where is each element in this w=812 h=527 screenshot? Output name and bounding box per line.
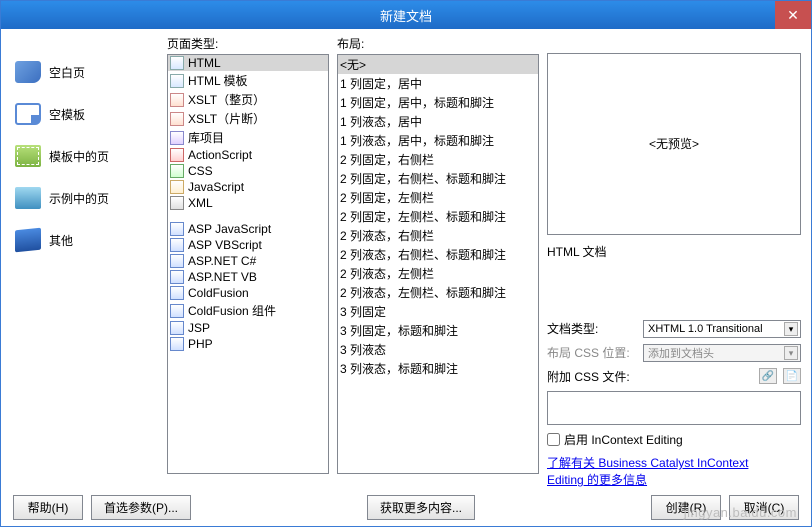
no-preview-text: <无预览> (649, 135, 699, 152)
layoutcss-select: 添加到文档头 ▾ (643, 344, 801, 362)
list-item[interactable]: 1 列固定，居中 (338, 74, 538, 93)
learn-more-link[interactable]: 了解有关 Business Catalyst InContext (547, 456, 748, 470)
description-text: HTML 文档 (547, 243, 801, 260)
list-item[interactable]: 2 列固定，右侧栏、标题和脚注 (338, 169, 538, 188)
attachcss-label: 附加 CSS 文件: (547, 368, 637, 385)
chevron-down-icon: ▾ (784, 346, 798, 360)
list-item[interactable]: ColdFusion 组件 (168, 301, 328, 320)
file-icon (170, 238, 184, 252)
preferences-button[interactable]: 首选参数(P)... (91, 495, 191, 520)
help-button[interactable]: 帮助(H) (13, 495, 83, 520)
list-item[interactable]: JavaScript (168, 179, 328, 195)
browse-css-button[interactable]: 📄 (783, 368, 801, 384)
list-item[interactable]: ColdFusion (168, 285, 328, 301)
incontext-checkbox[interactable] (547, 433, 560, 446)
preview-box: <无预览> (547, 53, 801, 235)
list-item[interactable]: PHP (168, 336, 328, 352)
link-css-button[interactable]: 🔗 (759, 368, 777, 384)
file-icon (170, 56, 184, 70)
nav-page-from-template[interactable]: 模板中的页 (11, 139, 159, 181)
other-icon (15, 228, 41, 253)
layouts-list[interactable]: <无> 1 列固定，居中 1 列固定，居中，标题和脚注 1 列液态，居中 1 列… (337, 54, 539, 474)
doctype-select[interactable]: XHTML 1.0 Transitional ▾ (643, 320, 801, 338)
file-icon (170, 254, 184, 268)
file-icon (170, 131, 184, 145)
blank-page-icon (15, 61, 41, 83)
list-item[interactable]: 库项目 (168, 128, 328, 147)
list-item[interactable]: HTML (168, 55, 328, 71)
list-item[interactable]: ActionScript (168, 147, 328, 163)
file-icon (170, 286, 184, 300)
list-item[interactable]: 3 列液态，标题和脚注 (338, 359, 538, 378)
attached-css-list[interactable] (547, 391, 801, 425)
nav-label: 示例中的页 (49, 190, 109, 207)
title-bar: 新建文档 ✕ (1, 1, 811, 29)
list-item[interactable]: JSP (168, 320, 328, 336)
list-item[interactable]: 2 列液态，右侧栏、标题和脚注 (338, 245, 538, 264)
nav-label: 空白页 (49, 64, 85, 81)
category-nav: 空白页 空模板 模板中的页 示例中的页 其他 (11, 35, 159, 488)
list-item[interactable]: 3 列固定 (338, 302, 538, 321)
file-icon (170, 321, 184, 335)
list-item[interactable]: 2 列液态，左侧栏、标题和脚注 (338, 283, 538, 302)
list-item[interactable]: 2 列固定，右侧栏 (338, 150, 538, 169)
nav-blank-page[interactable]: 空白页 (11, 55, 159, 97)
incontext-label: 启用 InContext Editing (564, 431, 683, 448)
learn-more-link[interactable]: Editing 的更多信息 (547, 473, 647, 487)
window-title: 新建文档 (380, 6, 432, 25)
pagetypes-header: 页面类型: (167, 35, 329, 52)
list-item[interactable]: ASP.NET C# (168, 253, 328, 269)
nav-other[interactable]: 其他 (11, 223, 159, 265)
list-item[interactable]: HTML 模板 (168, 71, 328, 90)
file-icon (170, 337, 184, 351)
list-item[interactable]: ASP VBScript (168, 237, 328, 253)
file-icon (170, 180, 184, 194)
list-item[interactable]: XML (168, 195, 328, 211)
nav-page-from-sample[interactable]: 示例中的页 (11, 181, 159, 223)
close-button[interactable]: ✕ (775, 1, 811, 29)
file-icon (170, 93, 184, 107)
layouts-header: 布局: (337, 35, 539, 52)
list-item[interactable]: ASP JavaScript (168, 221, 328, 237)
list-item[interactable]: XSLT（片断） (168, 109, 328, 128)
list-item[interactable]: 1 列液态，居中，标题和脚注 (338, 131, 538, 150)
file-icon (170, 164, 184, 178)
blank-template-icon (15, 103, 41, 125)
template-page-icon (15, 145, 41, 167)
list-item[interactable]: 1 列液态，居中 (338, 112, 538, 131)
file-icon (170, 196, 184, 210)
nav-label: 其他 (49, 232, 73, 249)
list-item[interactable]: 3 列液态 (338, 340, 538, 359)
footer-bar: 帮助(H) 首选参数(P)... 获取更多内容... 创建(R) 取消(C) (1, 488, 811, 526)
list-item[interactable]: 2 列液态，左侧栏 (338, 264, 538, 283)
file-icon (170, 222, 184, 236)
nav-label: 模板中的页 (49, 148, 109, 165)
nav-label: 空模板 (49, 106, 85, 123)
file-icon (170, 270, 184, 284)
layoutcss-label: 布局 CSS 位置: (547, 344, 637, 361)
file-icon (170, 148, 184, 162)
list-item[interactable]: 2 列固定，左侧栏 (338, 188, 538, 207)
file-icon (170, 304, 184, 318)
doctype-label: 文档类型: (547, 320, 637, 337)
cancel-button[interactable]: 取消(C) (729, 495, 799, 520)
list-item[interactable]: CSS (168, 163, 328, 179)
nav-blank-template[interactable]: 空模板 (11, 97, 159, 139)
sample-page-icon (15, 187, 41, 209)
list-item[interactable]: 1 列固定，居中，标题和脚注 (338, 93, 538, 112)
file-icon (170, 74, 184, 88)
list-item[interactable]: 2 列固定，左侧栏、标题和脚注 (338, 207, 538, 226)
pagetypes-list[interactable]: HTML HTML 模板 XSLT（整页） XSLT（片断） 库项目 Actio… (167, 54, 329, 474)
create-button[interactable]: 创建(R) (651, 495, 721, 520)
list-item[interactable]: ASP.NET VB (168, 269, 328, 285)
list-item[interactable]: <无> (338, 55, 538, 74)
list-item[interactable]: XSLT（整页） (168, 90, 328, 109)
list-item[interactable]: 2 列液态，右侧栏 (338, 226, 538, 245)
file-icon (170, 112, 184, 126)
chevron-down-icon: ▾ (784, 322, 798, 336)
get-more-button[interactable]: 获取更多内容... (367, 495, 475, 520)
list-item[interactable]: 3 列固定，标题和脚注 (338, 321, 538, 340)
